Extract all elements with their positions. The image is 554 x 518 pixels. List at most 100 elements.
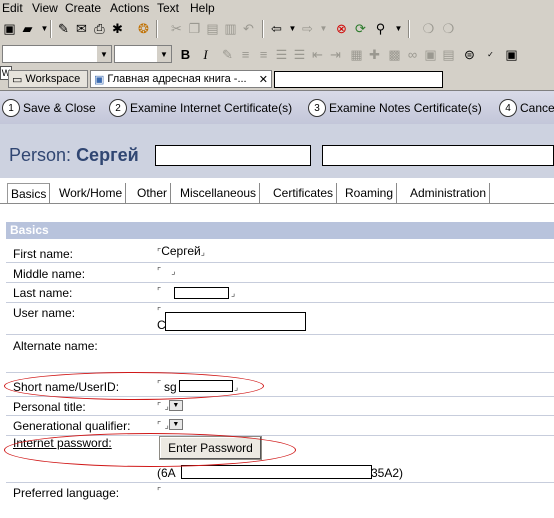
chat-people-icon[interactable]: ❍ — [440, 20, 457, 37]
password-hash-prefix: (6A — [157, 466, 176, 480]
align-left-icon[interactable]: ≡ — [237, 46, 254, 63]
indent-icon[interactable]: ⇥ — [327, 46, 344, 63]
align-center-icon[interactable]: ≡ — [255, 46, 272, 63]
tab-label: Workspace — [25, 73, 81, 85]
title-row: Person: Сергей — [0, 124, 554, 178]
field-label: Generational qualifier: — [13, 419, 131, 433]
hotspot-icon[interactable]: ▣ — [422, 46, 439, 63]
first-name-field[interactable]: ⌜Сергей⌟ — [157, 244, 205, 258]
search-icon[interactable]: ⚲ — [372, 20, 389, 37]
field-start-bracket-icon: ⌜ — [157, 401, 162, 411]
field-label: Personal title: — [13, 400, 86, 414]
search-menu-chevron-icon[interactable]: ▼ — [390, 20, 407, 37]
field-label: Middle name: — [13, 267, 86, 281]
workspace-icon: ▭ — [12, 73, 23, 86]
examine-notes-cert-button[interactable]: 3 Examine Notes Certificate(s) — [308, 98, 482, 118]
save-close-button[interactable]: 1 Save & Close — [2, 98, 96, 118]
tab-miscellaneous[interactable]: Miscellaneous — [177, 183, 261, 203]
edit-icon[interactable]: ✎ — [55, 20, 72, 37]
find-icon[interactable]: ⊜ — [461, 46, 478, 63]
outdent-icon[interactable]: ⇤ — [309, 46, 326, 63]
section-icon[interactable]: ▤ — [440, 46, 457, 63]
forward-menu-chevron-icon[interactable]: ▼ — [315, 20, 332, 37]
middle-name-field[interactable]: ⌜ ⌟ — [157, 263, 175, 277]
field-start-bracket-icon: ⌜ — [157, 306, 162, 316]
link-icon[interactable]: ∞ — [404, 46, 421, 63]
action-label: Cance — [520, 101, 554, 115]
refresh-icon[interactable]: ✱ — [109, 20, 126, 37]
numbering-icon[interactable]: ☰ — [291, 46, 308, 63]
chat-icon[interactable]: ❍ — [420, 20, 437, 37]
cut-icon[interactable]: ✂ — [168, 20, 185, 37]
redacted-tab[interactable] — [274, 71, 443, 88]
tab-roaming[interactable]: Roaming — [342, 183, 398, 203]
tab-basics[interactable]: Basics — [7, 183, 51, 204]
properties-icon[interactable]: ▣ — [503, 46, 520, 63]
tab-label: Главная адресная книга -... — [107, 73, 247, 85]
chevron-down-icon[interactable]: ▼ — [168, 419, 183, 431]
page-title: Person: Сергей — [9, 145, 139, 166]
status-icon[interactable]: ❂ — [135, 20, 152, 37]
field-label: Last name: — [13, 286, 73, 300]
personal-title-row: Personal title: ⌜ ⌟ ▼ — [6, 397, 554, 416]
redacted-last-name — [174, 287, 229, 299]
reload-icon[interactable]: ⟳ — [352, 20, 369, 37]
menu-view[interactable]: View — [32, 1, 58, 15]
menu-help[interactable]: Help — [190, 1, 215, 15]
italic-button[interactable]: I — [197, 46, 214, 63]
field-end-bracket-icon: ⌟ — [200, 247, 205, 257]
last-name-field[interactable]: ⌜ — [157, 283, 161, 297]
mail-icon[interactable]: ✉ — [73, 20, 90, 37]
middle-name-row: Middle name: ⌜ ⌟ — [6, 263, 554, 283]
forward-icon[interactable]: ⇨ — [299, 20, 316, 37]
save-icon[interactable]: ▣ — [1, 20, 18, 37]
style-select[interactable]: ▼ — [2, 45, 112, 63]
menu-text[interactable]: Text — [157, 1, 179, 15]
table-icon[interactable]: ▦ — [348, 46, 365, 63]
main-toolbar: ▣ ▰ ▼ ✎ ✉ ⎙ ✱ ❂ ✂ ❐ ▤ ▥ ↶ ⇦ ▼ ⇨ ▼ ⊗ ⟳ ⚲ … — [0, 16, 554, 42]
menu-create[interactable]: Create — [65, 1, 101, 15]
field-start-bracket-icon: ⌜ — [157, 486, 162, 496]
menu-actions[interactable]: Actions — [110, 1, 149, 15]
chevron-down-icon: ▼ — [97, 46, 111, 62]
paste-icon[interactable]: ▤ — [204, 20, 221, 37]
user-name-field[interactable]: ⌜ — [157, 303, 161, 317]
field-label: User name: — [13, 306, 76, 320]
field-label: Preferred language: — [13, 486, 120, 500]
stop-icon[interactable]: ⊗ — [333, 20, 350, 37]
number-4-icon: 4 — [499, 99, 517, 117]
tab-address-book[interactable]: ▣ Главная адресная книга -... ✕ — [90, 70, 272, 88]
action-bar: 1 Save & Close 2 Examine Internet Certif… — [0, 91, 554, 125]
number-3-icon: 3 — [308, 99, 326, 117]
font-size-select[interactable]: ▼ — [114, 45, 172, 63]
bullets-icon[interactable]: ☰ — [273, 46, 290, 63]
image-icon[interactable]: ▩ — [386, 46, 403, 63]
tab-work-home[interactable]: Work/Home — [56, 183, 127, 203]
undo-icon[interactable]: ↶ — [240, 20, 257, 37]
tab-workspace[interactable]: ▭ Workspace — [8, 70, 88, 88]
tab-certificates[interactable]: Certificates — [270, 183, 338, 203]
back-icon[interactable]: ⇦ — [268, 20, 285, 37]
first-name-row: First name: ⌜Сергей⌟ — [6, 242, 554, 263]
examine-internet-cert-button[interactable]: 2 Examine Internet Certificate(s) — [109, 98, 292, 118]
chevron-down-icon[interactable]: ▼ — [168, 400, 183, 412]
open-folder-icon[interactable]: ▰ — [19, 20, 36, 37]
tab-administration[interactable]: Administration — [407, 183, 491, 203]
spellcheck-icon[interactable]: ✓ — [482, 46, 499, 63]
number-2-icon: 2 — [109, 99, 127, 117]
generational-qualifier-select[interactable]: ⌜ ⌟ ▼ — [157, 417, 183, 431]
attach-icon[interactable]: ✚ — [366, 46, 383, 63]
highlighter-icon[interactable]: ✎ — [219, 46, 236, 63]
preferred-language-field[interactable]: ⌜ — [157, 483, 161, 497]
print-icon[interactable]: ⎙ — [91, 20, 108, 37]
personal-title-select[interactable]: ⌜ ⌟ ▼ — [157, 398, 183, 412]
password-hash-suffix: 35A2) — [371, 466, 404, 480]
copy-icon[interactable]: ❐ — [186, 20, 203, 37]
menu-edit[interactable]: Edit — [2, 1, 23, 15]
close-icon[interactable]: ✕ — [259, 73, 268, 86]
bold-button[interactable]: B — [177, 46, 194, 63]
tab-other[interactable]: Other — [134, 183, 172, 203]
cancel-button[interactable]: 4 Cance — [499, 98, 554, 118]
delete-icon[interactable]: ▥ — [222, 20, 239, 37]
preferred-language-row: Preferred language: ⌜ — [6, 483, 554, 503]
